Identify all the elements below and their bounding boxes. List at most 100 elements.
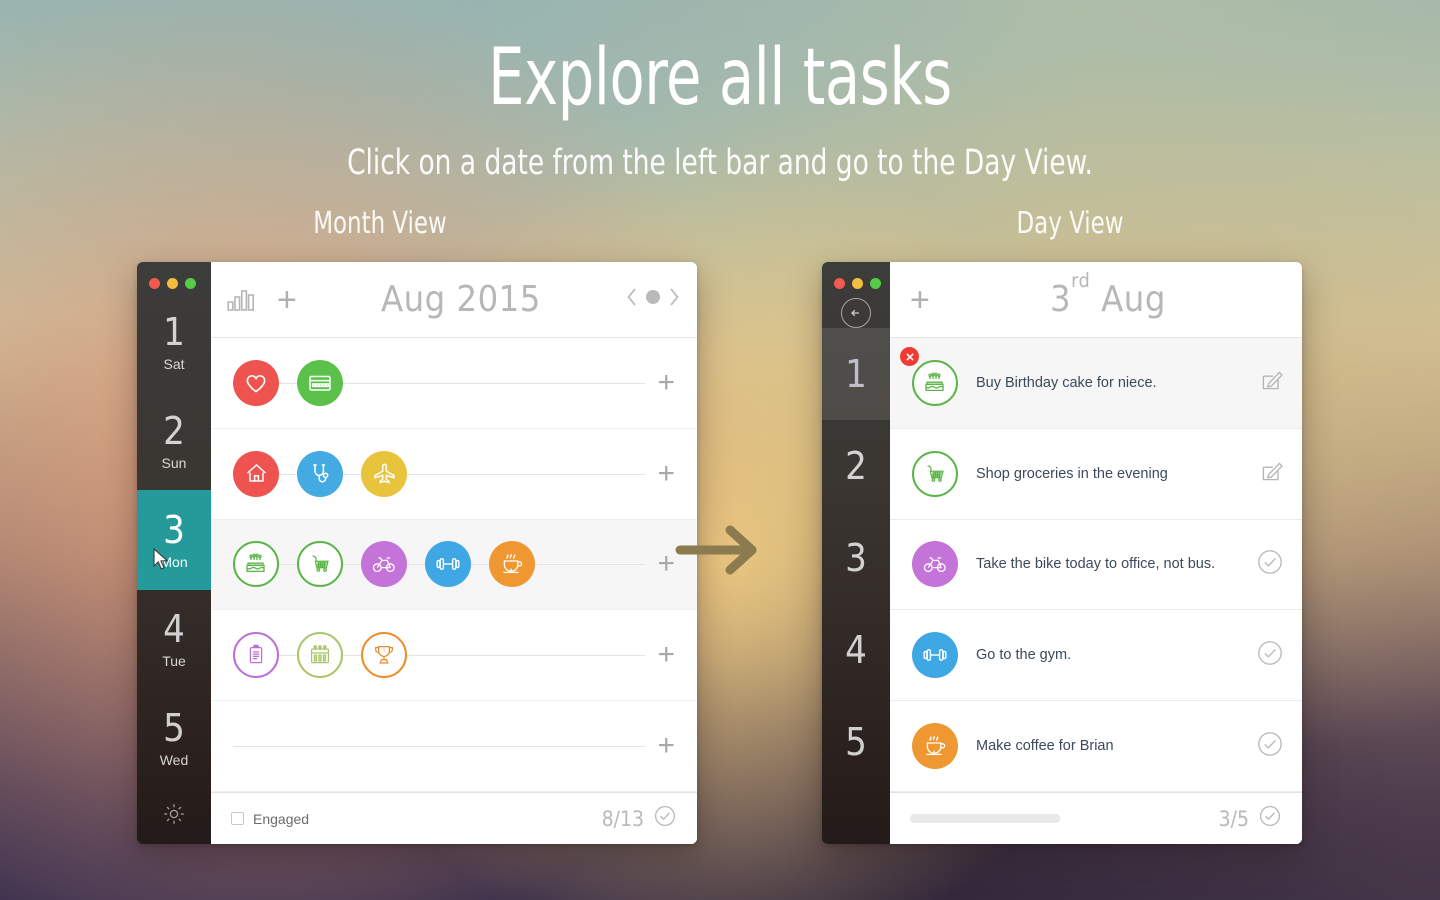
bicycle-icon[interactable] bbox=[361, 541, 407, 588]
month-header: + Aug 2015 bbox=[211, 262, 697, 338]
progress-bar bbox=[910, 814, 1060, 823]
day-number: 2 bbox=[163, 408, 185, 453]
birthday-cake-icon[interactable] bbox=[233, 541, 279, 588]
arrow-left-circle-icon[interactable] bbox=[841, 298, 871, 328]
task-text-wrap: Shop groceries in the evening bbox=[976, 465, 1250, 483]
month-row-3[interactable]: + bbox=[211, 519, 697, 611]
coffee-cup-icon[interactable] bbox=[489, 541, 535, 588]
row-add-button[interactable]: + bbox=[657, 640, 675, 670]
check-circle-icon[interactable] bbox=[1258, 804, 1282, 833]
dumbbell-icon[interactable] bbox=[912, 632, 958, 679]
month-view-label: Month View bbox=[313, 206, 447, 241]
minimize-button[interactable] bbox=[852, 278, 863, 289]
bicycle-icon[interactable] bbox=[912, 541, 958, 588]
row-add-button[interactable]: + bbox=[657, 458, 675, 489]
month-sidebar: 1 Sat 2 Sun 3 Mon 4 Tue 5 Wed bbox=[137, 262, 211, 844]
check-circle-icon[interactable] bbox=[1256, 730, 1284, 763]
credit-card-icon[interactable] bbox=[297, 359, 343, 406]
add-task-button[interactable]: + bbox=[910, 283, 930, 317]
window-controls-day bbox=[822, 262, 890, 292]
edit-icon[interactable] bbox=[1260, 368, 1284, 397]
task-text-wrap: Take the bike today to office, not bus. bbox=[976, 555, 1246, 573]
edit-icon[interactable] bbox=[1260, 459, 1284, 488]
day-number: 3 bbox=[163, 508, 185, 552]
close-button[interactable] bbox=[149, 278, 160, 289]
maximize-button[interactable] bbox=[185, 278, 196, 289]
task-text-wrap: Go to the gym. bbox=[976, 646, 1246, 664]
day-sidebar-footer bbox=[822, 788, 890, 844]
slot-number: 5 bbox=[845, 720, 867, 764]
chevron-left-icon[interactable] bbox=[625, 286, 639, 313]
month-nav bbox=[625, 286, 681, 313]
shopping-cart-icon[interactable] bbox=[912, 450, 958, 497]
sidebar-day-4[interactable]: 4 Tue bbox=[137, 590, 211, 689]
sidebar-day-5[interactable]: 5 Wed bbox=[137, 689, 211, 788]
day-slot-list: 1 2 3 4 5 bbox=[822, 328, 890, 788]
check-circle-icon[interactable] bbox=[1256, 639, 1284, 672]
sidebar-day-2[interactable]: 2 Sun bbox=[137, 391, 211, 490]
stethoscope-icon[interactable] bbox=[297, 450, 343, 497]
day-slot-1[interactable]: 1 bbox=[822, 328, 890, 420]
day-task-row-1[interactable]: Buy Birthday cake for niece. bbox=[890, 338, 1302, 429]
heart-icon[interactable] bbox=[233, 359, 279, 406]
month-row-5[interactable]: + bbox=[211, 701, 697, 792]
airplane-icon[interactable] bbox=[361, 450, 407, 497]
close-button[interactable] bbox=[834, 278, 845, 289]
row-task-icons bbox=[233, 450, 407, 497]
slot-number: 3 bbox=[845, 536, 867, 580]
month-footer: Engaged 8/13 bbox=[211, 792, 697, 844]
calendar-icon[interactable] bbox=[297, 632, 343, 679]
engaged-checkbox[interactable] bbox=[231, 812, 244, 825]
task-title: Buy Birthday cake for niece. bbox=[976, 374, 1157, 391]
day-number: 5 bbox=[163, 706, 185, 751]
maximize-button[interactable] bbox=[870, 278, 881, 289]
day-task-row-3[interactable]: Take the bike today to office, not bus. bbox=[890, 520, 1302, 611]
trophy-icon[interactable]: 1 bbox=[361, 632, 407, 679]
shopping-cart-icon[interactable] bbox=[297, 541, 343, 588]
task-text-wrap: Buy Birthday cake for niece. bbox=[976, 374, 1250, 392]
svg-text:1: 1 bbox=[383, 649, 386, 654]
day-slot-3[interactable]: 3 bbox=[822, 512, 890, 604]
dot-icon[interactable] bbox=[644, 288, 662, 311]
day-task-row-5[interactable]: Make coffee for Brian bbox=[890, 701, 1302, 792]
row-task-icons: 1 bbox=[233, 632, 407, 679]
day-slot-4[interactable]: 4 bbox=[822, 604, 890, 696]
add-task-button[interactable]: + bbox=[277, 283, 297, 317]
window-controls-month bbox=[137, 262, 211, 292]
row-add-button[interactable]: + bbox=[657, 367, 675, 398]
screenshot-root: Explore all tasks Click on a date from t… bbox=[0, 0, 1440, 900]
task-text-wrap: Make coffee for Brian bbox=[976, 737, 1246, 755]
dumbbell-icon[interactable] bbox=[425, 541, 471, 588]
day-ordinal-number: 3 bbox=[1049, 279, 1072, 320]
task-count: 3/5 bbox=[1218, 806, 1249, 831]
month-rows: + + + 1 + + bbox=[211, 338, 697, 792]
month-row-1[interactable]: + bbox=[211, 338, 697, 429]
coffee-cup-icon[interactable] bbox=[912, 723, 958, 770]
day-of-week: Tue bbox=[162, 653, 186, 670]
clipboard-icon[interactable] bbox=[233, 632, 279, 679]
day-month-name: Aug bbox=[1101, 279, 1166, 320]
sidebar-day-3[interactable]: 3 Mon bbox=[137, 490, 211, 590]
month-main-pane: + Aug 2015 + + + 1 + + Engaged 8/13 bbox=[211, 262, 697, 844]
month-row-2[interactable]: + bbox=[211, 429, 697, 520]
bar-chart-icon[interactable] bbox=[227, 289, 255, 311]
minimize-button[interactable] bbox=[167, 278, 178, 289]
chevron-right-icon[interactable] bbox=[667, 286, 681, 313]
x-badge[interactable] bbox=[900, 347, 919, 366]
sidebar-day-1[interactable]: 1 Sat bbox=[137, 292, 211, 391]
row-task-icons bbox=[233, 541, 535, 588]
check-circle-icon[interactable] bbox=[653, 804, 677, 833]
home-icon[interactable] bbox=[233, 450, 279, 497]
month-view-window: 1 Sat 2 Sun 3 Mon 4 Tue 5 Wed + Aug 2015… bbox=[137, 262, 697, 844]
day-slot-5[interactable]: 5 bbox=[822, 696, 890, 788]
gear-icon[interactable] bbox=[161, 801, 187, 832]
row-add-button[interactable]: + bbox=[657, 549, 675, 579]
day-slot-2[interactable]: 2 bbox=[822, 420, 890, 512]
month-row-4[interactable]: 1 + bbox=[211, 610, 697, 702]
birthday-cake-icon[interactable] bbox=[912, 359, 958, 406]
day-task-row-2[interactable]: Shop groceries in the evening bbox=[890, 429, 1302, 520]
row-add-button[interactable]: + bbox=[657, 731, 675, 761]
day-task-row-4[interactable]: Go to the gym. bbox=[890, 610, 1302, 702]
day-number: 1 bbox=[163, 309, 185, 354]
check-circle-icon[interactable] bbox=[1256, 548, 1284, 581]
